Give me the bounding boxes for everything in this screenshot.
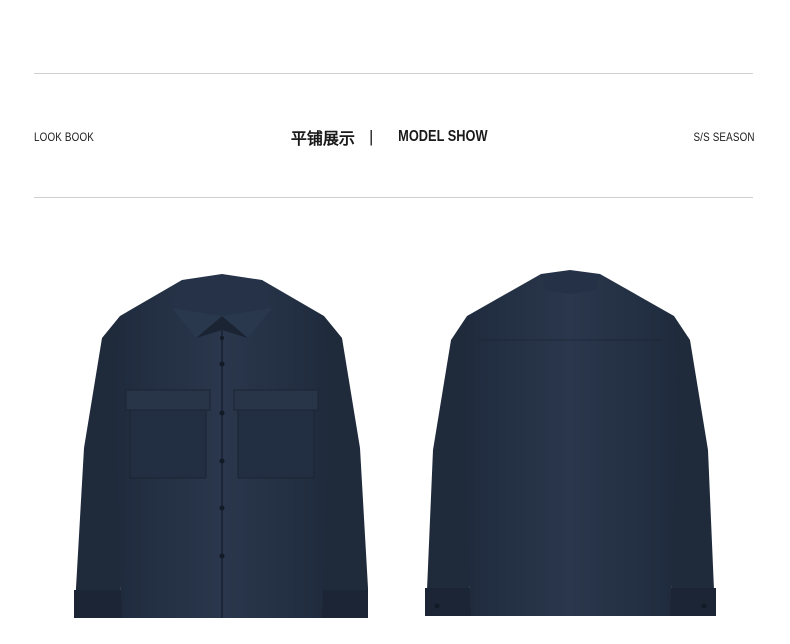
season-label: S/S SEASON [693,130,755,144]
title-separator: | [368,127,374,146]
section-title-en: MODEL SHOW [398,128,488,145]
navy-shirt-front-image [72,268,372,624]
navy-shirt-back-image [423,270,718,624]
top-divider [34,73,753,74]
section-title: 平铺展示 | MODEL SHOW [0,125,790,149]
bottom-divider [34,197,753,198]
section-title-cn: 平铺展示 [290,131,355,148]
